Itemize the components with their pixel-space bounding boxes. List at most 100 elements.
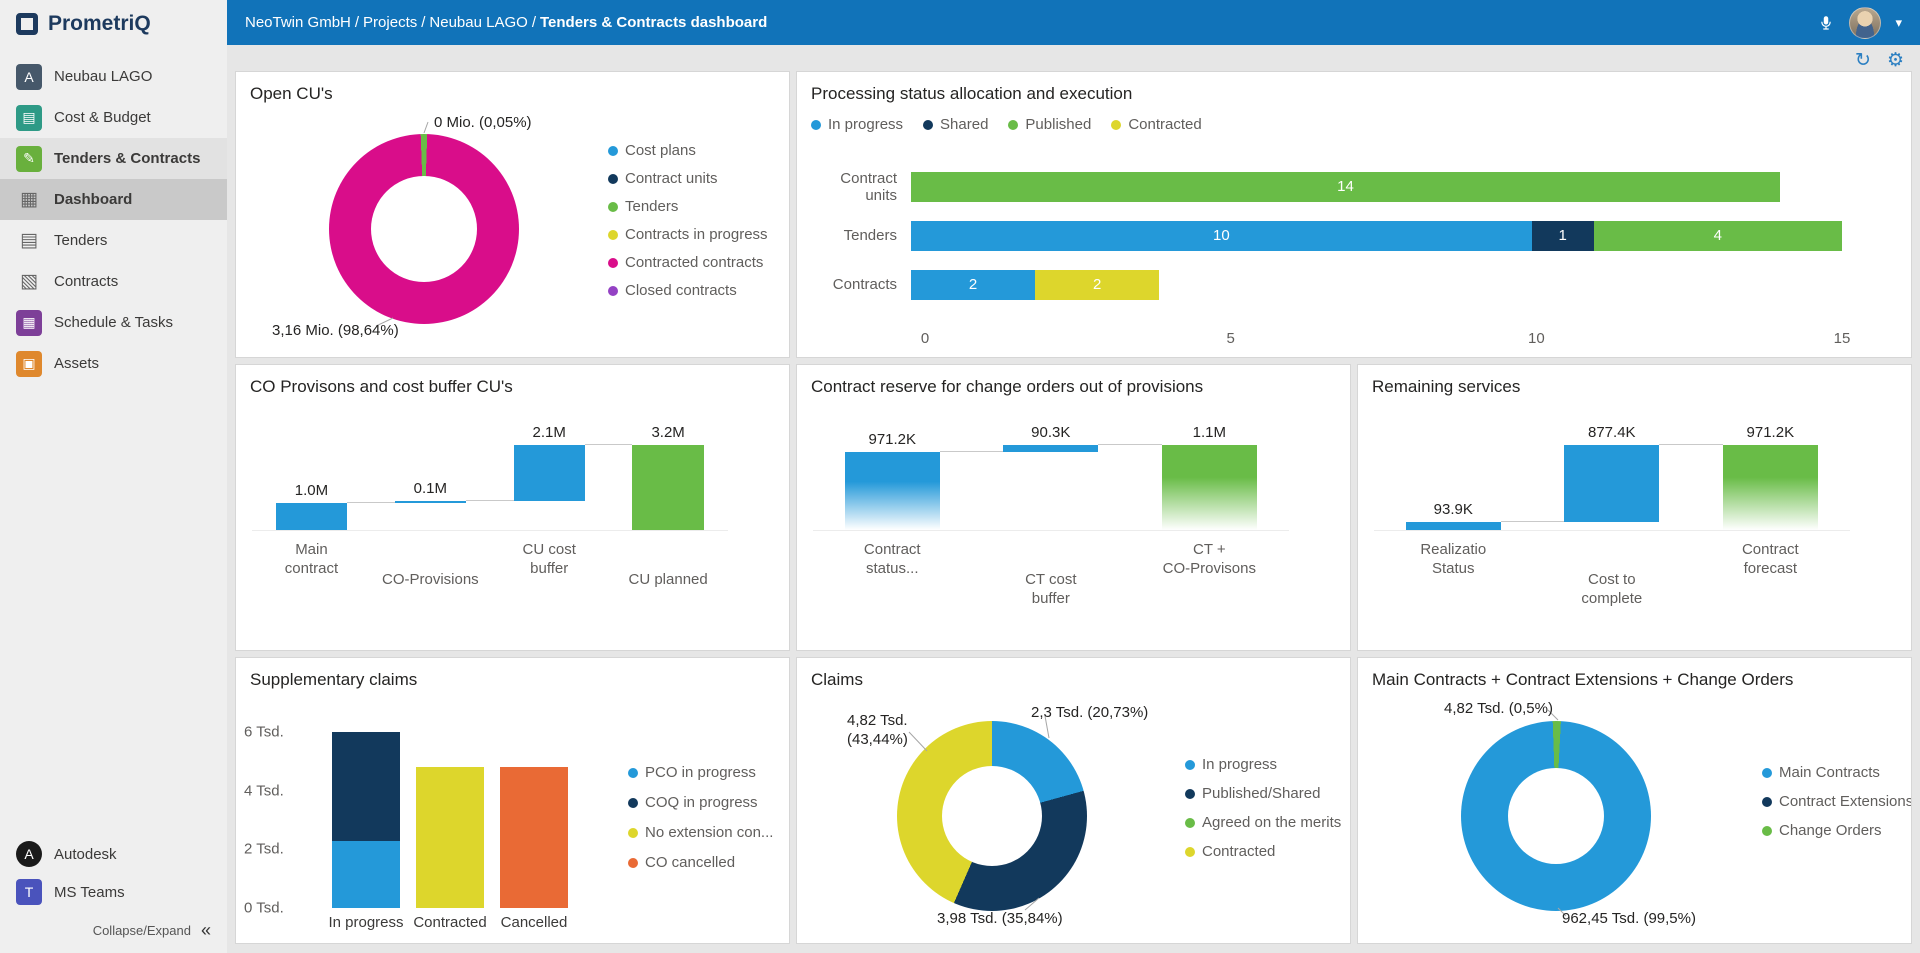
legend-item-change-orders[interactable]: Change Orders	[1762, 822, 1911, 839]
user-avatar[interactable]	[1849, 6, 1882, 39]
donut-chart[interactable]	[897, 721, 1087, 911]
connector-line	[939, 451, 1004, 453]
legend-item-pco-in-progress[interactable]: PCO in progress	[628, 764, 773, 781]
bar-segment-published[interactable]: 4	[1593, 220, 1842, 251]
legend-label: In progress	[1202, 756, 1278, 773]
sidebar-item-ms-teams[interactable]: T MS Teams	[0, 873, 227, 911]
waterfall-bar-ct-co-provisons[interactable]	[1161, 445, 1257, 530]
bar-segment-contracted[interactable]: 2	[1035, 269, 1160, 300]
app-window: PrometriQ A Neubau LAGO ▤ Cost & Budget ✎ Ten…	[0, 0, 1920, 953]
bar-row-contracts: Contracts 2 2	[811, 260, 1897, 309]
bar-segment-co-cancelled[interactable]	[500, 767, 568, 908]
autodesk-icon: A	[16, 841, 42, 867]
bar-segment-published[interactable]: 14	[911, 171, 1780, 202]
sidebar-item-neubau-lago[interactable]: A Neubau LAGO	[0, 56, 227, 97]
legend-label: Contracted contracts	[625, 254, 764, 271]
x-axis: In progress Contracted Cancelled	[324, 914, 576, 931]
legend-label: Shared	[940, 116, 989, 133]
legend-item-in-progress[interactable]: In progress	[811, 116, 903, 133]
tenders-contracts-icon: ✎	[16, 145, 42, 172]
legend-swatch	[811, 119, 821, 130]
bar-segment-shared[interactable]: 1	[1531, 220, 1594, 251]
sidebar-item-label: Autodesk	[54, 845, 117, 863]
legend-item-contract-units[interactable]: Contract units	[608, 170, 768, 187]
y-axis-tick: 6 Tsd.	[244, 723, 284, 741]
legend-label: Contract units	[625, 170, 718, 187]
legend-label: In progress	[828, 116, 904, 133]
sidebar-item-tenders-contracts[interactable]: ✎ Tenders & Contracts	[0, 138, 227, 179]
category-label: Contract status...	[863, 541, 921, 577]
sidebar-item-schedule-tasks[interactable]: ▦ Schedule & Tasks	[0, 302, 227, 343]
legend-swatch	[1185, 788, 1195, 799]
legend-label: Contracts in progress	[625, 226, 768, 243]
waterfall-bar-ct-cost-buffer[interactable]	[1003, 445, 1099, 453]
breadcrumb-link-projects[interactable]: Projects	[363, 14, 417, 31]
collapse-expand-button[interactable]: Collapse/Expand «	[0, 911, 227, 949]
waterfall-bar-cu-planned[interactable]	[632, 445, 704, 530]
panel-title: CO Provisons and cost buffer CU's	[250, 377, 513, 396]
legend-item-contracted[interactable]: Contracted	[1111, 116, 1202, 133]
dashboard-grid: Open CU's Cost plans Contract units Tender…	[235, 71, 1912, 944]
legend-swatch	[1762, 767, 1772, 778]
sidebar-item-assets[interactable]: ▣ Assets	[0, 343, 227, 384]
contracts-icon: ▧	[20, 271, 38, 292]
legend-swatch	[608, 201, 618, 212]
legend-item-no-extension-con[interactable]: No extension con...	[628, 824, 773, 841]
legend-swatch	[1762, 796, 1772, 807]
legend-item-coq-in-progress[interactable]: COQ in progress	[628, 794, 773, 811]
legend-item-published[interactable]: Published	[1008, 116, 1091, 133]
x-axis: Realizatio Status Cost to complete Contrac…	[1374, 541, 1850, 609]
legend-item-main-contracts[interactable]: Main Contracts	[1762, 764, 1911, 781]
settings-button[interactable]: ⚙	[1887, 51, 1904, 70]
value-label: 90.3K	[1031, 424, 1071, 441]
waterfall-bar-contract-forecast[interactable]	[1722, 445, 1818, 530]
sidebar-item-contracts[interactable]: ▧ Contracts	[0, 261, 227, 302]
donut-chart[interactable]	[329, 134, 519, 324]
category-label: CU planned	[628, 571, 708, 588]
breadcrumb-separator: /	[354, 14, 360, 31]
breadcrumb-link-neotwin-gmbh[interactable]: NeoTwin GmbH	[245, 14, 351, 31]
legend-item-contracted[interactable]: Contracted	[1185, 843, 1341, 860]
sidebar-item-tenders[interactable]: ▤ Tenders	[0, 220, 227, 261]
sidebar-item-label: Contracts	[54, 273, 119, 290]
sidebar-item-dashboard[interactable]: ▦ Dashboard	[0, 179, 227, 220]
waterfall-bar-main-contract[interactable]	[275, 503, 348, 530]
legend-swatch	[628, 797, 638, 808]
legend-item-contracted-contracts[interactable]: Contracted contracts	[608, 254, 768, 271]
sidebar-item-autodesk[interactable]: A Autodesk	[0, 835, 227, 873]
legend-item-cost-plans[interactable]: Cost plans	[608, 142, 768, 159]
waterfall-chart: 971.2K 90.3K 1.1M	[813, 424, 1289, 531]
donut-chart[interactable]	[1461, 721, 1651, 911]
bar-segment-in-progress[interactable]: 2	[911, 269, 1036, 300]
waterfall-bar-co-provisions[interactable]	[394, 500, 466, 504]
waterfall-bar-contract-status[interactable]	[844, 452, 940, 530]
bar-segment-no-extension-con[interactable]	[416, 767, 484, 908]
legend-item-co-cancelled[interactable]: CO cancelled	[628, 854, 773, 871]
sidebar-item-label: Dashboard	[54, 191, 133, 208]
chevron-down-icon[interactable]: ▾	[1895, 15, 1902, 31]
legend-item-contract-extensions[interactable]: Contract Extensions	[1762, 793, 1911, 810]
dashboard-content: ↻ ⚙ Open CU's Cost plans Contract units Te…	[227, 45, 1920, 953]
legend-item-contracts-in-progress[interactable]: Contracts in progress	[608, 226, 768, 243]
legend-label: Contracted	[1202, 843, 1276, 860]
legend-item-published-shared[interactable]: Published/Shared	[1185, 785, 1341, 802]
sidebar-item-label: Neubau LAGO	[54, 68, 153, 85]
legend-item-in-progress[interactable]: In progress	[1185, 756, 1341, 773]
bar-segment-pco-in-progress[interactable]	[332, 840, 400, 908]
legend-item-closed-contracts[interactable]: Closed contracts	[608, 282, 768, 299]
legend-item-shared[interactable]: Shared	[923, 116, 988, 133]
legend-item-tenders[interactable]: Tenders	[608, 198, 768, 215]
waterfall-bar-realizatio-status[interactable]	[1405, 521, 1501, 530]
x-axis: Main contract CO-Provisions CU cost buffer…	[252, 541, 728, 590]
legend-item-agreed-on-the-merits[interactable]: Agreed on the merits	[1185, 814, 1341, 831]
refresh-button[interactable]: ↻	[1855, 51, 1871, 70]
breadcrumb-link-neubau-lago[interactable]: Neubau LAGO	[429, 14, 527, 31]
bar-segment-in-progress[interactable]: 10	[911, 220, 1532, 251]
panel-title: Processing status allocation and executi…	[811, 84, 1133, 103]
waterfall-bar-cost-to-complete[interactable]	[1564, 445, 1660, 522]
microphone-icon[interactable]	[1817, 14, 1835, 32]
sidebar-item-cost-budget[interactable]: ▤ Cost & Budget	[0, 97, 227, 138]
breadcrumb-separator: /	[421, 14, 426, 31]
waterfall-bar-cu-cost-buffer[interactable]	[513, 445, 585, 501]
bar-segment-coq-in-progress[interactable]	[332, 732, 400, 841]
